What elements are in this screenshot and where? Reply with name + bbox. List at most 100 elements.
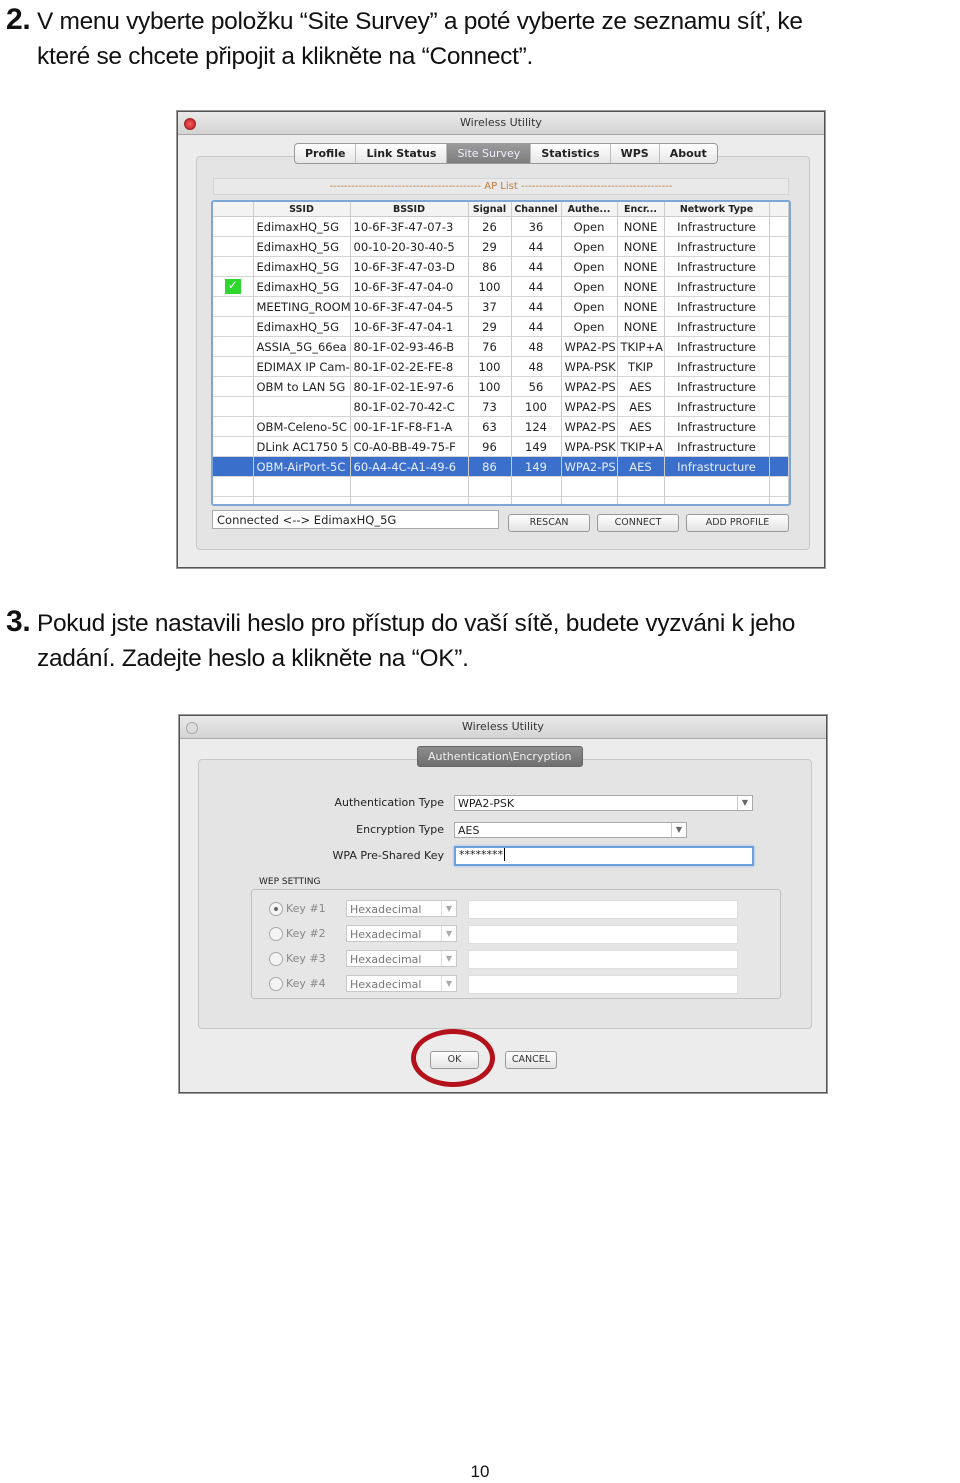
tab-profile[interactable]: Profile [295,144,357,163]
empty-cell [769,496,789,504]
channel-cell: 36 [511,216,562,237]
col-header-ssid[interactable]: SSID [253,202,351,217]
wep-key-format-select[interactable]: Hexadecimal ▼ [346,900,457,917]
channel-cell: 48 [511,356,562,377]
ap-list-header: ----------------------------------------… [213,178,789,195]
enc-type-value: AES [458,824,480,837]
rescan-button[interactable]: RESCAN [508,514,590,532]
col-header-auth[interactable]: Authe... [561,202,618,217]
wep-key-format-select[interactable]: Hexadecimal ▼ [346,950,457,967]
table-row[interactable]: OBM-Celeno-5C 00-1F-1F-F8-F1-A 63 124 WPA2-P… [213,416,789,437]
table-row[interactable]: 80-1F-02-70-42-C 73 100 WPA2-PS AES Infrastru… [213,396,789,417]
tab-statistics[interactable]: Statistics [531,144,611,163]
wep-key-input[interactable] [468,975,738,994]
table-row[interactable]: EDIMAX IP Cam- 80-1F-02-2E-FE-8 100 48 WPA-P… [213,356,789,377]
table-row[interactable]: OBM to LAN 5G 80-1F-02-1E-97-6 100 56 WPA2-P… [213,376,789,397]
ap-list-table[interactable]: SSID BSSID Signal Channel Authe... Encr.… [211,200,791,506]
bssid-cell: 10-6F-3F-47-04-1 [350,316,469,337]
col-header-signal[interactable]: Signal [468,202,512,217]
tab-site-survey[interactable]: Site Survey [447,144,532,163]
network-type-cell: Infrastructure [664,396,770,417]
filler-cell [769,296,789,317]
signal-cell: 29 [468,316,512,337]
connection-status-field: Connected <--> EdimaxHQ_5G [212,510,499,529]
signal-cell: 76 [468,336,512,357]
close-window-button[interactable] [186,722,198,734]
ssid-cell: DLink AC1750 5 [253,436,351,457]
network-type-cell: Infrastructure [664,456,770,477]
table-row[interactable]: OBM-AirPort-5C 60-A4-4C-A1-49-6 86 149 WPA2-… [213,456,789,477]
wep-key-radio[interactable] [269,977,283,991]
cancel-button[interactable]: CANCEL [505,1051,557,1069]
network-type-cell: Infrastructure [664,336,770,357]
tab-about[interactable]: About [660,144,717,163]
col-header-network-type[interactable]: Network Type [664,202,770,217]
encr-cell: NONE [617,296,665,317]
wep-key-format-select[interactable]: Hexadecimal ▼ [346,925,457,942]
status-cell [213,216,254,237]
psk-input[interactable]: ******** [454,846,754,866]
wep-key-label: Key #1 [286,902,326,915]
col-header-bssid[interactable]: BSSID [350,202,469,217]
empty-cell [664,496,770,504]
status-cell [213,296,254,317]
wep-key-format-value: Hexadecimal [350,903,422,916]
wep-key-format-select[interactable]: Hexadecimal ▼ [346,975,457,992]
dropdown-arrow-icon: ▼ [671,823,686,837]
status-cell [213,276,254,297]
wep-key-format-value: Hexadecimal [350,953,422,966]
window-title: Wireless Utility [460,116,542,129]
table-row[interactable]: EdimaxHQ_5G 10-6F-3F-47-04-1 29 44 Open NONE I… [213,316,789,337]
status-cell [213,416,254,437]
empty-row [213,476,789,497]
network-type-cell: Infrastructure [664,316,770,337]
bssid-cell: 60-A4-4C-A1-49-6 [350,456,469,477]
tab-wps[interactable]: WPS [611,144,660,163]
wep-key-input[interactable] [468,950,738,969]
add-profile-button[interactable]: ADD PROFILE [686,514,789,532]
step-number: 2. [6,3,31,36]
wep-key-label: Key #4 [286,977,326,990]
empty-row [213,496,789,504]
wep-key-radio[interactable] [269,902,283,916]
encr-cell: NONE [617,216,665,237]
auth-cell: WPA2-PS [561,336,618,357]
wep-key-radio[interactable] [269,952,283,966]
ssid-cell: OBM-Celeno-5C [253,416,351,437]
table-row[interactable]: DLink AC1750 5 C0-A0-BB-49-75-F 96 149 WPA-P… [213,436,789,457]
wep-key-input[interactable] [468,925,738,944]
encr-cell: TKIP+A [617,336,665,357]
table-row[interactable]: ASSIA_5G_66ea 80-1F-02-93-46-B 76 48 WPA2-PS… [213,336,789,357]
table-row[interactable]: EdimaxHQ_5G 00-10-20-30-40-5 29 44 Open NONE I… [213,236,789,257]
table-row[interactable]: EdimaxHQ_5G 10-6F-3F-47-07-3 26 36 Open NONE I… [213,216,789,237]
signal-cell: 100 [468,376,512,397]
empty-cell [350,496,469,504]
table-row[interactable]: EdimaxHQ_5G 10-6F-3F-47-03-D 86 44 Open NONE I… [213,256,789,277]
empty-cell [213,496,254,504]
step-text-line1: Pokud jste nastavili heslo pro přístup d… [36,610,796,637]
wep-key-input[interactable] [468,900,738,919]
status-cell [213,336,254,357]
col-header-channel[interactable]: Channel [511,202,562,217]
filler-cell [769,436,789,457]
table-row[interactable]: MEETING_ROOM 10-6F-3F-47-04-5 37 44 Open NONE… [213,296,789,317]
channel-cell: 44 [511,236,562,257]
table-row[interactable]: EdimaxHQ_5G10-6F-3F-47-04-010044OpenNONE… [213,276,789,297]
wep-key-radio[interactable] [269,927,283,941]
col-header-status[interactable] [213,202,254,217]
connect-button[interactable]: CONNECT [597,514,679,532]
wireless-utility-window-site-survey: Wireless Utility Profile Link Status Sit… [177,111,825,568]
encr-cell: NONE [617,316,665,337]
tab-link-status[interactable]: Link Status [356,144,448,163]
auth-type-select[interactable]: WPA2-PSK ▼ [454,795,753,811]
signal-cell: 86 [468,456,512,477]
col-header-encr[interactable]: Encr... [617,202,665,217]
status-cell [213,376,254,397]
enc-type-select[interactable]: AES ▼ [454,822,687,838]
filler-cell [769,396,789,417]
wep-setting-label: WEP SETTING [259,877,321,887]
bssid-cell: 10-6F-3F-47-04-5 [350,296,469,317]
close-window-button[interactable] [184,118,196,130]
auth-cell: WPA2-PS [561,396,618,417]
status-cell [213,356,254,377]
